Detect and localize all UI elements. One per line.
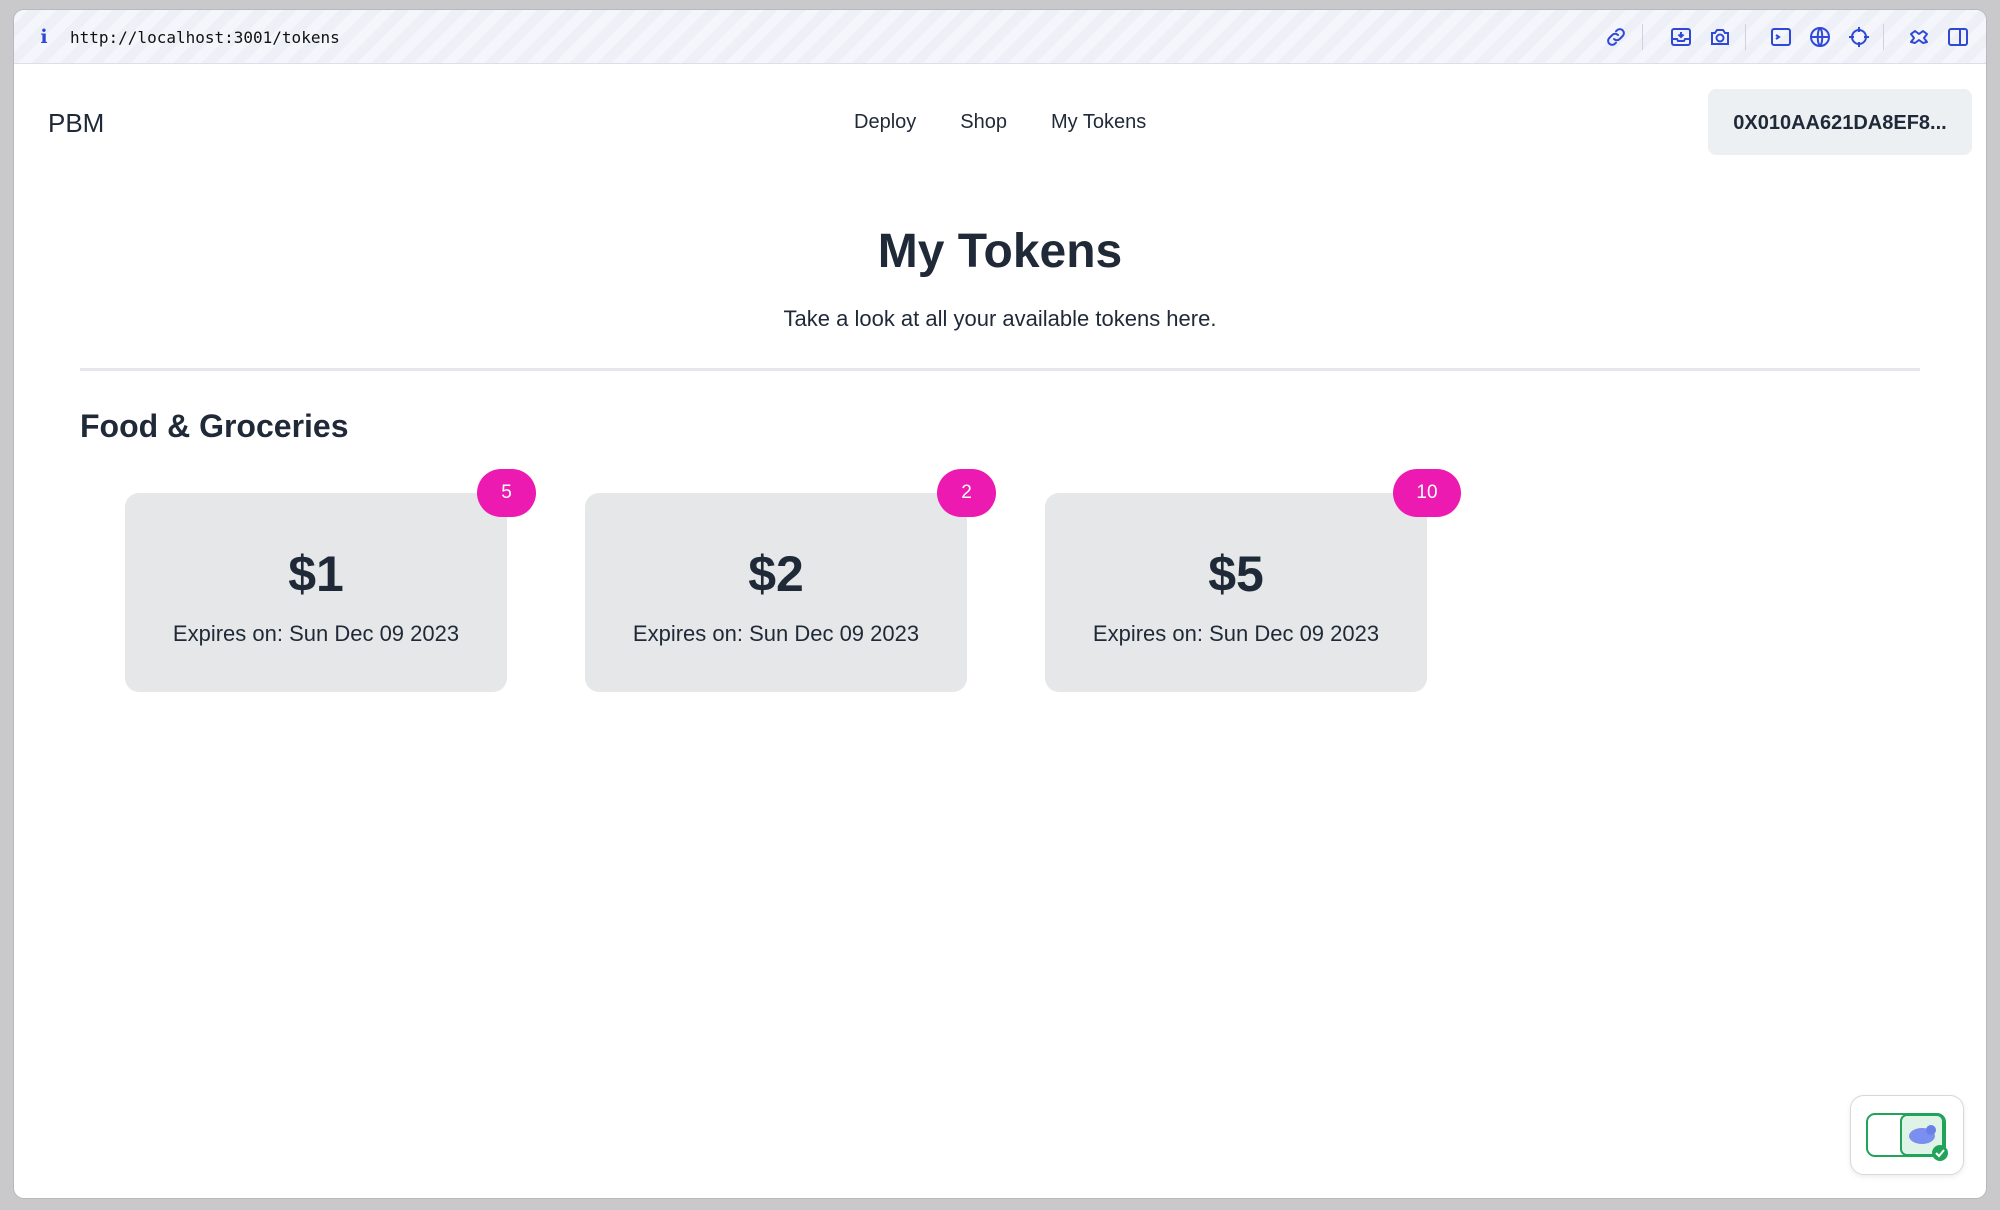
extension-icon[interactable] bbox=[1907, 25, 1931, 49]
camera-icon[interactable] bbox=[1708, 25, 1732, 49]
token-expiry: Expires on: Sun Dec 09 2023 bbox=[172, 621, 460, 646]
toolbar-divider bbox=[1745, 24, 1746, 50]
section-divider bbox=[80, 368, 1920, 371]
token-card[interactable]: $2 Expires on: Sun Dec 09 2023 2 bbox=[585, 469, 996, 692]
token-expiry: Expires on: Sun Dec 09 2023 bbox=[1092, 621, 1380, 646]
nav-link-shop[interactable]: Shop bbox=[960, 111, 1007, 134]
toolbar-divider bbox=[1642, 24, 1643, 50]
token-expiry: Expires on: Sun Dec 09 2023 bbox=[632, 621, 920, 646]
address-bar[interactable]: http://localhost:3001/tokens bbox=[70, 28, 340, 47]
token-count-badge: 2 bbox=[937, 469, 996, 517]
link-icon[interactable] bbox=[1604, 25, 1628, 49]
assistant-toggle-icon bbox=[1866, 1113, 1948, 1161]
browser-toolbar: i http://localhost:3001/tokens bbox=[14, 10, 1986, 64]
terminal-icon[interactable] bbox=[1769, 25, 1793, 49]
token-count-badge: 10 bbox=[1393, 469, 1461, 517]
section-title: Food & Groceries bbox=[80, 408, 349, 444]
nav-link-my-tokens[interactable]: My Tokens bbox=[1051, 111, 1146, 134]
globe-icon[interactable] bbox=[1808, 25, 1832, 49]
inbox-download-icon[interactable] bbox=[1669, 25, 1693, 49]
browser-window: i http://localhost:3001/tokens PBM Deplo… bbox=[14, 10, 1986, 1198]
toolbar-divider bbox=[1883, 24, 1884, 50]
token-amount: $2 bbox=[748, 546, 804, 602]
nav-links: Deploy Shop My Tokens bbox=[854, 111, 1146, 134]
nav-link-deploy[interactable]: Deploy bbox=[854, 111, 916, 134]
brand-logo[interactable]: PBM bbox=[48, 108, 104, 139]
crosshair-icon[interactable] bbox=[1847, 25, 1871, 49]
token-card[interactable]: $5 Expires on: Sun Dec 09 2023 10 bbox=[1045, 469, 1461, 692]
page-title: My Tokens bbox=[877, 225, 1123, 278]
token-amount: $5 bbox=[1208, 546, 1264, 602]
wallet-address-button[interactable]: 0X010AA621DA8EF8... bbox=[1708, 89, 1972, 155]
floating-assistant-widget[interactable] bbox=[1850, 1095, 1964, 1175]
info-icon[interactable]: i bbox=[36, 26, 52, 48]
token-card[interactable]: $1 Expires on: Sun Dec 09 2023 5 bbox=[125, 469, 536, 692]
app-navbar: PBM Deploy Shop My Tokens 0X010AA621DA8E… bbox=[14, 64, 1986, 168]
page-subtitle: Take a look at all your available tokens… bbox=[783, 306, 1217, 331]
token-count-badge: 5 bbox=[477, 469, 536, 517]
sidebar-toggle-icon[interactable] bbox=[1946, 25, 1970, 49]
token-amount: $1 bbox=[288, 546, 344, 602]
